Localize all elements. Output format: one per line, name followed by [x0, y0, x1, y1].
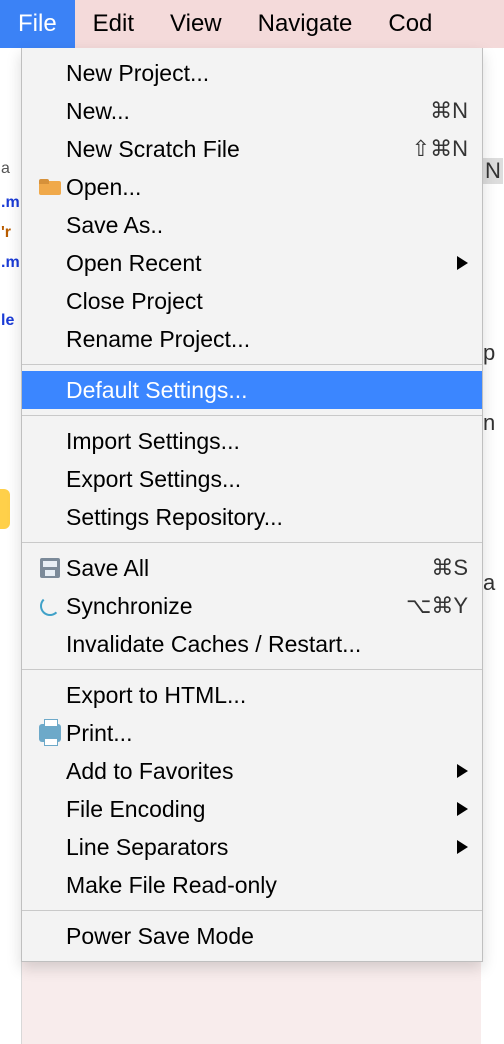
menu-label: Open... — [66, 174, 468, 201]
menu-print[interactable]: Print... — [22, 714, 482, 752]
menu-label: Export Settings... — [66, 466, 468, 493]
menu-import-settings[interactable]: Import Settings... — [22, 422, 482, 460]
menu-export-settings[interactable]: Export Settings... — [22, 460, 482, 498]
menubar-file[interactable]: File — [0, 0, 75, 48]
menu-new-project[interactable]: New Project... — [22, 54, 482, 92]
menu-open[interactable]: Open... — [22, 168, 482, 206]
menubar: File Edit View Navigate Cod — [0, 0, 504, 48]
strip-text: a — [0, 154, 21, 184]
file-menu-dropdown: New Project... New... ⌘N New Scratch Fil… — [21, 48, 483, 962]
menu-label: Export to HTML... — [66, 682, 468, 709]
strip-text: .m — [0, 248, 21, 278]
menu-label: Settings Repository... — [66, 504, 468, 531]
intention-bulb-icon — [0, 489, 10, 529]
menu-label: Save All — [66, 555, 431, 582]
menu-label: Save As.. — [66, 212, 468, 239]
menu-label: Power Save Mode — [66, 923, 468, 950]
menubar-navigate[interactable]: Navigate — [240, 0, 371, 48]
menu-label: Rename Project... — [66, 326, 468, 353]
sync-icon — [34, 596, 66, 616]
print-icon — [34, 724, 66, 742]
menu-label: File Encoding — [66, 796, 451, 823]
menu-close-project[interactable]: Close Project — [22, 282, 482, 320]
menu-open-recent[interactable]: Open Recent — [22, 244, 482, 282]
menu-label: Import Settings... — [66, 428, 468, 455]
menu-invalidate-caches[interactable]: Invalidate Caches / Restart... — [22, 625, 482, 663]
menu-export-to-html[interactable]: Export to HTML... — [22, 676, 482, 714]
folder-icon — [34, 179, 66, 195]
menu-label: Make File Read-only — [66, 872, 468, 899]
strip-text: .m — [0, 188, 21, 218]
menu-shortcut: ⌥⌘Y — [406, 593, 468, 619]
menu-separator — [22, 415, 482, 416]
menu-save-as[interactable]: Save As.. — [22, 206, 482, 244]
menubar-code[interactable]: Cod — [370, 0, 450, 48]
menu-label: Close Project — [66, 288, 468, 315]
menu-label: New Scratch File — [66, 136, 412, 163]
menu-separator — [22, 669, 482, 670]
submenu-arrow-icon — [457, 764, 468, 778]
menu-label: Invalidate Caches / Restart... — [66, 631, 468, 658]
submenu-arrow-icon — [457, 802, 468, 816]
menu-label: New Project... — [66, 60, 468, 87]
menu-label: Open Recent — [66, 250, 451, 277]
menu-shortcut: ⇧⌘N — [412, 136, 468, 162]
strip-text: 'r — [0, 218, 21, 248]
menu-synchronize[interactable]: Synchronize ⌥⌘Y — [22, 587, 482, 625]
menu-power-save-mode[interactable]: Power Save Mode — [22, 917, 482, 955]
menu-make-readonly[interactable]: Make File Read-only — [22, 866, 482, 904]
menu-label: Print... — [66, 720, 468, 747]
editor-left-strip: a .m 'r .m le — [0, 48, 22, 1044]
submenu-arrow-icon — [457, 256, 468, 270]
menu-add-to-favorites[interactable]: Add to Favorites — [22, 752, 482, 790]
menu-label: Default Settings... — [66, 377, 468, 404]
save-icon — [34, 558, 66, 578]
menu-default-settings[interactable]: Default Settings... — [22, 371, 482, 409]
strip-text: a — [483, 570, 495, 596]
menu-settings-repository[interactable]: Settings Repository... — [22, 498, 482, 536]
menu-separator — [22, 542, 482, 543]
menu-shortcut: ⌘S — [431, 555, 468, 581]
menu-line-separators[interactable]: Line Separators — [22, 828, 482, 866]
menu-save-all[interactable]: Save All ⌘S — [22, 549, 482, 587]
menu-label: Synchronize — [66, 593, 406, 620]
menu-separator — [22, 910, 482, 911]
menu-shortcut: ⌘N — [430, 98, 468, 124]
menu-label: Add to Favorites — [66, 758, 451, 785]
strip-text: N — [483, 158, 503, 184]
menu-label: Line Separators — [66, 834, 451, 861]
strip-text: le — [0, 306, 21, 336]
menu-label: New... — [66, 98, 430, 125]
editor-right-strip: N p n a — [481, 48, 504, 1044]
menu-new[interactable]: New... ⌘N — [22, 92, 482, 130]
menu-new-scratch-file[interactable]: New Scratch File ⇧⌘N — [22, 130, 482, 168]
menubar-edit[interactable]: Edit — [75, 0, 152, 48]
submenu-arrow-icon — [457, 840, 468, 854]
menu-rename-project[interactable]: Rename Project... — [22, 320, 482, 358]
menubar-view[interactable]: View — [152, 0, 240, 48]
strip-text: n — [483, 410, 495, 436]
strip-text: p — [483, 340, 495, 366]
menu-separator — [22, 364, 482, 365]
menu-file-encoding[interactable]: File Encoding — [22, 790, 482, 828]
